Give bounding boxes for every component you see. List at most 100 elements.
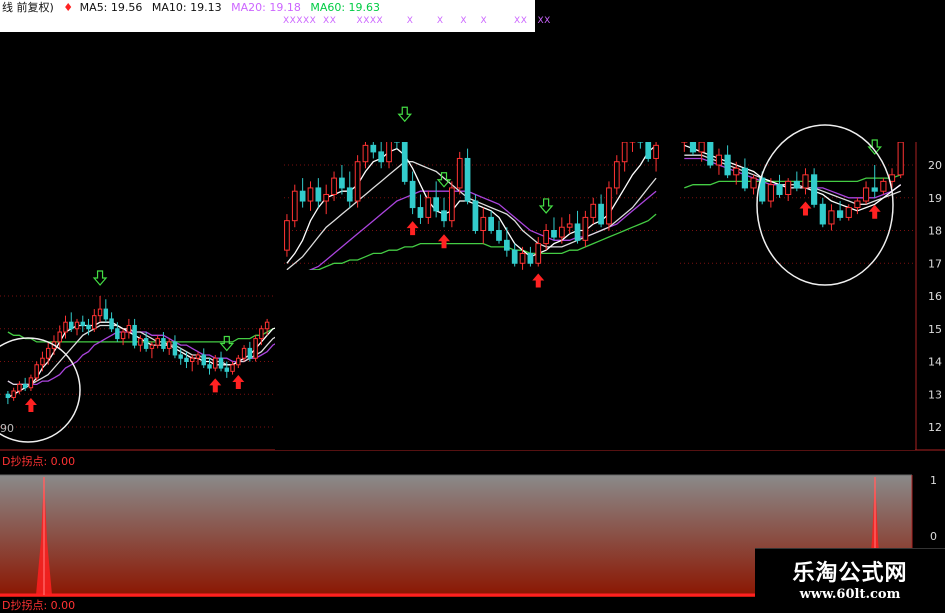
candle-body — [733, 167, 740, 176]
candle — [741, 158, 748, 192]
buy-arrow-icon — [799, 201, 812, 216]
candle-body — [441, 210, 447, 222]
candle-body — [776, 184, 783, 195]
candle-body — [519, 252, 526, 264]
candle-body — [138, 338, 143, 346]
y-tick-label: 13 — [928, 388, 942, 401]
candle-body — [417, 207, 424, 218]
candle-body — [323, 193, 330, 202]
candle — [750, 174, 757, 195]
buy-arrow-icon — [24, 397, 37, 412]
candle — [299, 178, 306, 208]
candle-body — [811, 174, 818, 205]
candle-body — [346, 187, 353, 202]
candle — [417, 194, 424, 224]
candle — [828, 204, 835, 231]
candle-body — [63, 321, 68, 333]
candle-body — [259, 328, 264, 340]
y-tick-label: 20 — [928, 159, 942, 172]
candle — [74, 318, 80, 336]
candle — [819, 197, 826, 228]
ma60-line — [684, 174, 901, 189]
candle — [103, 299, 109, 323]
candle-body — [132, 324, 137, 346]
indicator-bottom-label: D抄拐点: 0.00 — [2, 599, 76, 612]
candlestick-chart: 12 13 14 15 16 17 18 19 20 1 0 — [0, 32, 945, 597]
candle-body — [195, 354, 201, 359]
candle-body — [5, 393, 11, 399]
right-top-mask — [580, 32, 915, 142]
x-mark-row: XXXXX XX XXXX X X X X XX XX — [283, 16, 551, 26]
candle — [34, 361, 39, 382]
candle-body — [241, 347, 247, 359]
candle — [201, 348, 206, 369]
candle-body — [299, 190, 306, 202]
candle-body — [496, 230, 502, 241]
candle-body — [449, 187, 455, 222]
candle-body — [354, 161, 361, 202]
y-tick-label: 16 — [928, 290, 942, 303]
candle — [11, 387, 16, 401]
candle — [247, 341, 253, 362]
candle-body — [97, 308, 103, 317]
candle — [527, 246, 534, 267]
candle-body — [401, 141, 408, 182]
candle — [172, 335, 178, 359]
candle — [785, 178, 792, 202]
candle — [724, 145, 731, 179]
candle-body — [527, 252, 534, 264]
candle — [715, 148, 723, 175]
candle — [441, 197, 447, 228]
candle-body — [69, 321, 74, 330]
candle — [109, 312, 114, 333]
candle — [315, 178, 322, 208]
watermark-title: 乐淘公式网 — [792, 561, 908, 586]
candle-body — [802, 174, 809, 189]
candle-body — [115, 328, 120, 340]
y-tick-label: 19 — [928, 192, 942, 205]
candle-body — [57, 331, 62, 343]
candle-body — [17, 383, 22, 392]
candle-body — [566, 223, 573, 228]
candle-body — [845, 207, 852, 218]
candle — [880, 178, 887, 195]
candle — [218, 351, 224, 372]
candle-body — [503, 239, 510, 251]
buy-arrow-icon — [406, 221, 419, 236]
candle — [346, 171, 353, 208]
candle-body — [224, 367, 230, 372]
candle-body — [582, 216, 589, 241]
candle — [488, 210, 494, 234]
candle-body — [590, 203, 597, 218]
buy-arrow-icon — [232, 375, 245, 390]
candle — [40, 351, 45, 372]
candle — [132, 318, 137, 349]
candle-body — [201, 354, 206, 366]
candle — [5, 390, 11, 405]
candle — [195, 351, 201, 365]
candle — [120, 328, 126, 346]
indicator-tick-label: 1 — [930, 474, 937, 487]
candle-body — [331, 177, 337, 195]
candle-body — [543, 230, 549, 245]
candle-body — [574, 223, 581, 241]
candle-body — [897, 141, 904, 176]
candle-body — [213, 357, 218, 369]
candle-body — [480, 216, 487, 231]
candle — [888, 168, 896, 188]
candle-body — [236, 357, 241, 366]
candle-body — [621, 141, 628, 163]
candle-body — [92, 315, 97, 330]
candle — [126, 318, 132, 339]
legend-marker-icon: ♦ — [63, 1, 74, 14]
candle-body — [34, 364, 39, 379]
sell-arrow-icon — [219, 335, 235, 352]
ma-legend: 线 前复权) ♦ MA5: 19.56 MA10: 19.13 MA20: 19… — [2, 1, 386, 14]
y-tick-label: 17 — [928, 257, 942, 270]
candle-body — [178, 354, 183, 359]
candle — [323, 184, 330, 215]
ma60-label: MA60: 19.63 — [310, 1, 381, 14]
candle — [339, 165, 345, 195]
candle-body — [464, 157, 471, 202]
candle-body — [653, 144, 659, 159]
